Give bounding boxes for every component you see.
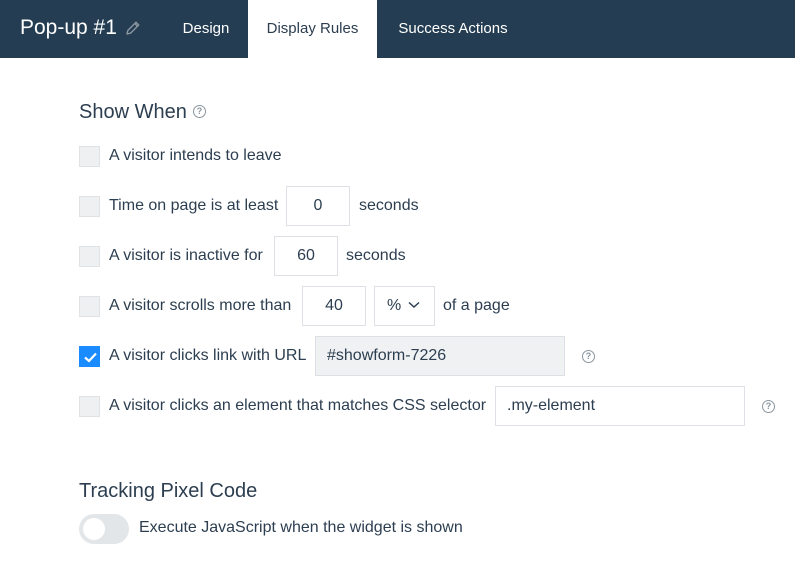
tab-design[interactable]: Design (166, 0, 246, 58)
tab-success-actions[interactable]: Success Actions (377, 0, 529, 58)
rule-label-clicks-link: A visitor clicks link with URL (109, 347, 307, 364)
scroll-suffix: of a page (443, 297, 510, 314)
checkbox-scrolls[interactable] (79, 296, 100, 317)
time-on-page-suffix: seconds (359, 197, 419, 214)
checkbox-intends-to-leave[interactable] (79, 146, 100, 167)
toggle-knob (83, 518, 105, 540)
checkbox-css-selector[interactable] (79, 396, 100, 417)
checkmark-icon (84, 352, 97, 363)
scroll-amount-input[interactable]: 40 (302, 286, 366, 326)
rule-label-intends-to-leave: A visitor intends to leave (109, 147, 282, 164)
show-when-heading: Show When (79, 101, 187, 123)
link-url-input[interactable]: #showform-7226 (315, 336, 565, 376)
checkbox-inactive[interactable] (79, 246, 100, 267)
help-icon[interactable]: ? (193, 105, 206, 118)
execute-js-label: Execute JavaScript when the widget is sh… (139, 519, 463, 536)
rule-label-scrolls: A visitor scrolls more than (109, 297, 292, 314)
help-icon[interactable]: ? (582, 350, 595, 363)
rule-label-time-on-page: Time on page is at least (109, 197, 279, 214)
inactive-seconds-input[interactable]: 60 (274, 236, 338, 276)
checkbox-time-on-page[interactable] (79, 196, 100, 217)
chevron-down-icon (408, 301, 420, 309)
scroll-unit-select[interactable]: % (374, 286, 435, 326)
inactive-suffix: seconds (346, 247, 406, 264)
popup-title: Pop-up #1 (20, 16, 117, 39)
checkbox-clicks-link[interactable] (79, 346, 100, 367)
execute-js-toggle[interactable] (79, 514, 129, 544)
rule-label-inactive: A visitor is inactive for (109, 247, 263, 264)
help-icon[interactable]: ? (762, 400, 775, 413)
time-on-page-input[interactable]: 0 (286, 186, 350, 226)
top-bar: Pop-up #1 Design Display Rules Success A… (0, 0, 795, 58)
tracking-heading: Tracking Pixel Code (79, 480, 258, 502)
edit-pencil-icon[interactable] (124, 19, 142, 37)
scroll-unit-value: % (387, 297, 402, 314)
css-selector-input[interactable]: .my-element (495, 386, 745, 426)
rule-label-css-selector: A visitor clicks an element that matches… (109, 397, 487, 414)
tab-display-rules[interactable]: Display Rules (248, 0, 377, 58)
